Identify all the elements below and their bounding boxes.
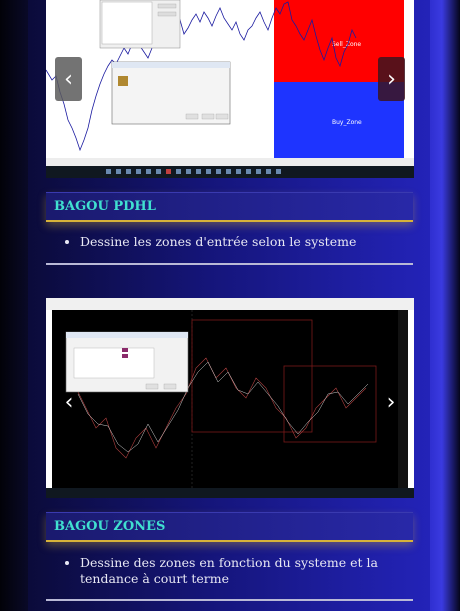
product-screenshot-carousel[interactable]: Sell_Zone Buy_Zone xyxy=(46,0,414,178)
description-item: Dessine des zones en fonction du systeme… xyxy=(80,555,404,587)
chevron-left-icon: ‹ xyxy=(64,66,73,92)
carousel-next-button[interactable]: › xyxy=(378,57,405,101)
chart-screenshot: Sell_Zone Buy_Zone xyxy=(46,0,414,178)
page-right-background xyxy=(430,0,460,611)
carousel-next-button[interactable]: › xyxy=(379,387,403,417)
divider xyxy=(46,599,413,601)
product-title-bar: BAGOU PDHL xyxy=(46,192,413,222)
chevron-right-icon: › xyxy=(386,389,396,415)
product-screenshot-carousel[interactable] xyxy=(46,298,414,498)
divider xyxy=(46,263,413,265)
buy-zone-label: Buy_Zone xyxy=(332,119,362,126)
product-title-bar: BAGOU ZONES xyxy=(46,512,413,542)
chevron-left-icon: ‹ xyxy=(64,389,74,415)
product-title: BAGOU PDHL xyxy=(54,199,156,214)
product-title: BAGOU ZONES xyxy=(54,519,166,534)
carousel-prev-button[interactable]: ‹ xyxy=(55,57,82,101)
page-left-background xyxy=(0,0,30,611)
product-description: Dessine des zones en fonction du systeme… xyxy=(64,555,404,587)
description-item: Dessine les zones d'entrée selon le syst… xyxy=(80,234,404,250)
chart-screenshot xyxy=(46,298,414,498)
product-description: Dessine les zones d'entrée selon le syst… xyxy=(64,234,404,250)
carousel-prev-button[interactable]: ‹ xyxy=(57,387,81,417)
chevron-right-icon: › xyxy=(387,66,396,92)
